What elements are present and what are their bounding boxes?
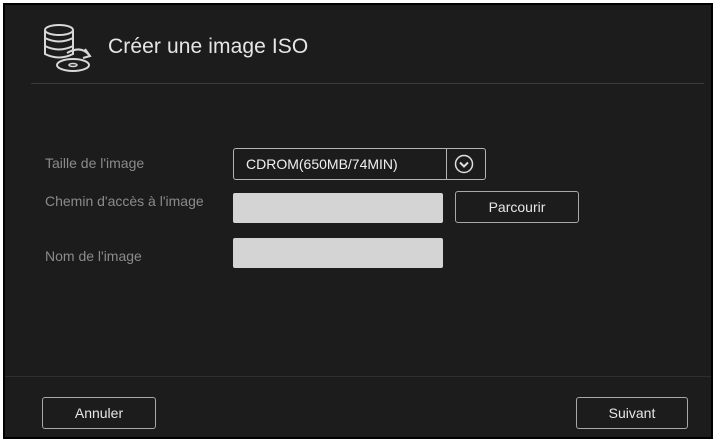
page-title: Créer une image ISO [108,35,309,58]
image-path-input[interactable] [233,193,443,223]
create-iso-dialog: Créer une image ISO Taille de l'image CD… [3,3,713,439]
image-size-select[interactable]: CDROM(650MB/74MIN) [233,148,486,180]
image-size-label: Taille de l'image [45,155,145,171]
disc-stack-icon [44,24,92,72]
browse-button[interactable]: Parcourir [455,191,579,223]
cancel-button[interactable]: Annuler [42,397,156,429]
chevron-down-icon[interactable] [454,154,474,174]
header-divider [31,83,704,84]
select-divider [446,149,447,179]
image-path-label: Chemin d'accès à l'image [45,193,204,209]
footer-divider [5,376,711,377]
image-name-input[interactable] [233,238,443,268]
dialog-header: Créer une image ISO [5,5,711,85]
image-name-label: Nom de l'image [45,248,142,264]
next-button[interactable]: Suivant [576,397,688,429]
image-size-value: CDROM(650MB/74MIN) [246,156,398,172]
